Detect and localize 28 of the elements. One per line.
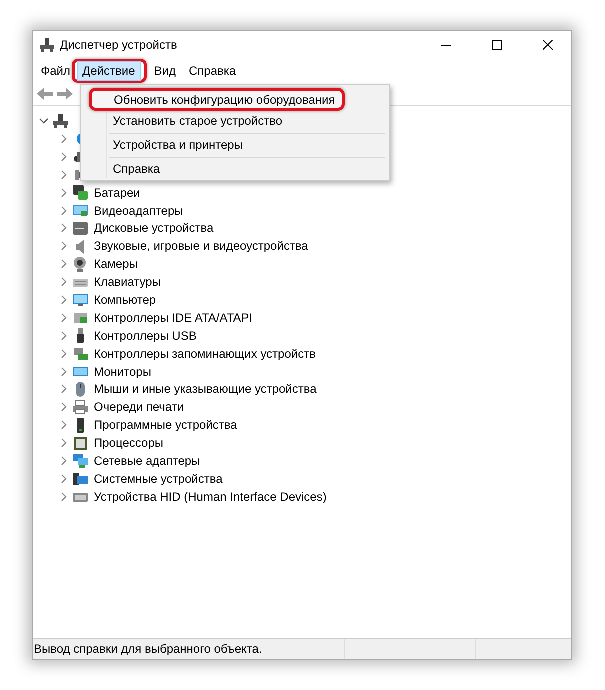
tree-item[interactable]: Контроллеры запоминающих устройств	[92, 346, 316, 361]
tree-item[interactable]: Очереди печати	[92, 400, 184, 414]
menu-item[interactable]: Вид	[148, 61, 182, 81]
menu-item[interactable]: Действие	[76, 61, 142, 81]
tree-item[interactable]: Видеоадаптеры	[92, 204, 184, 218]
tree-item[interactable]: Компьютер	[92, 292, 156, 307]
tree-item[interactable]: Контроллеры USB	[92, 328, 197, 343]
tree-item[interactable]: Мониторы	[92, 364, 152, 379]
tree-item[interactable]: Мыши и иные указывающие устройства	[92, 382, 317, 396]
menu-item[interactable]: Файл	[35, 61, 77, 81]
menu-item[interactable]: Обновить конфигурацию оборудования	[89, 88, 345, 111]
menu-item[interactable]: Справка	[83, 160, 387, 178]
tree-item[interactable]: Батареи	[92, 186, 140, 200]
tree-item[interactable]: Звуковые, игровые и видеоустройства	[92, 239, 308, 254]
tree-item[interactable]: Камеры	[92, 257, 138, 272]
window-title: Диспетчер устройств	[60, 38, 178, 52]
tree-item[interactable]: Клавиатуры	[92, 275, 161, 290]
status-text: Вывод справки для выбранного объекта.	[33, 642, 264, 656]
tree-item[interactable]: Контроллеры IDE ATA/ATAPI	[92, 310, 253, 325]
tree-item[interactable]: Процессоры	[92, 436, 164, 450]
tree-item[interactable]: Устройства HID (Human Interface Devices)	[92, 490, 327, 504]
tree-item[interactable]: Сетевые адаптеры	[92, 454, 200, 468]
tree-item[interactable]: Программные устройства	[92, 418, 238, 432]
tree-item[interactable]: Дисковые устройства	[92, 221, 214, 236]
menu-item[interactable]: Установить старое устройство	[83, 112, 387, 130]
menu-item[interactable]: Устройства и принтеры	[83, 136, 387, 154]
menu-item[interactable]: Справка	[183, 61, 242, 81]
tree-item[interactable]: Системные устройства	[92, 472, 223, 486]
